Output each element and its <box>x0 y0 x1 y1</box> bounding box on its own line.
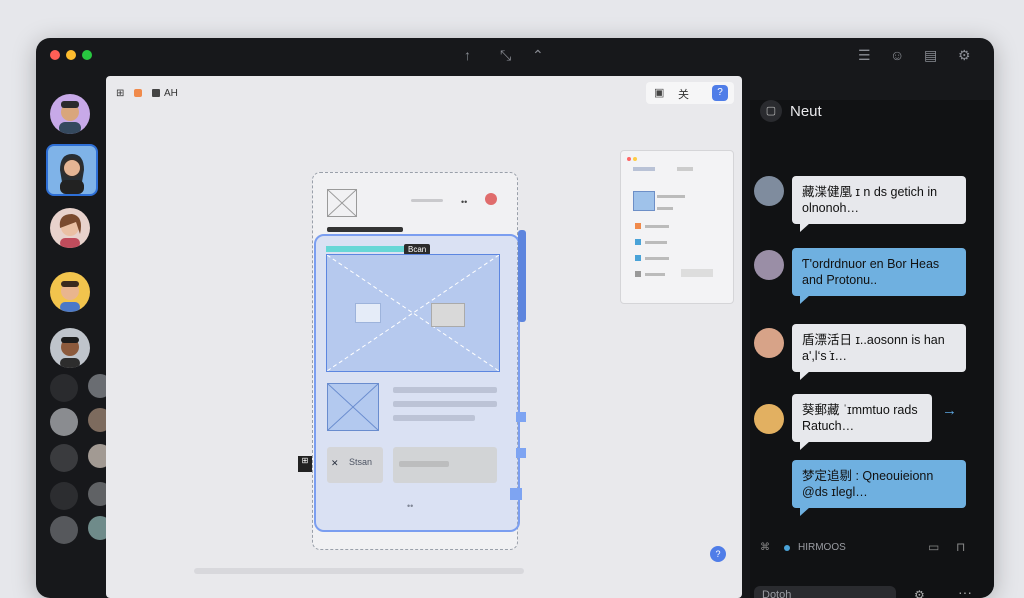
settings-icon[interactable]: ⚙ <box>914 588 925 598</box>
avatar[interactable] <box>485 193 497 205</box>
avatar[interactable] <box>50 374 78 402</box>
chevron-up-icon[interactable]: ⌃ <box>532 48 544 62</box>
message-bubble[interactable]: Ƭ'ordrdnuor en Bor Heas and Protonu.. <box>792 248 966 304</box>
image-placeholder <box>327 189 357 217</box>
more-icon[interactable]: ··· <box>958 584 972 598</box>
mail-icon <box>355 303 381 323</box>
selected-image[interactable] <box>326 254 500 372</box>
message-bubble[interactable]: 藏渫健凰 ɪ n ds getich in olnonoh… <box>792 176 966 232</box>
handle[interactable] <box>516 448 526 458</box>
help-button[interactable]: ? <box>710 546 726 562</box>
frame-label: AH <box>164 88 178 99</box>
color-swatch[interactable] <box>134 89 142 97</box>
chat-icon: ▢ <box>760 100 782 122</box>
avatar[interactable] <box>50 408 78 436</box>
tool-icon[interactable]: ⊞ <box>298 456 312 472</box>
avatar-selected[interactable] <box>46 144 98 196</box>
horizontal-scrollbar[interactable] <box>194 568 524 574</box>
more-icon[interactable]: •• <box>461 197 467 207</box>
header-line <box>411 199 443 202</box>
footer-icon[interactable]: ⌘ <box>760 542 770 553</box>
message-input-placeholder: Dotoh <box>762 589 792 598</box>
person-icon <box>60 154 84 194</box>
toolbar-label: 关 <box>678 89 689 101</box>
canvas-toolbar-right: ▣ 关 ? <box>646 82 734 104</box>
avatar[interactable] <box>50 272 90 312</box>
person-icon <box>60 337 80 368</box>
avatar[interactable] <box>50 94 90 134</box>
close-window-button[interactable] <box>50 50 60 60</box>
document-icon[interactable]: ▤ <box>924 48 937 62</box>
person-icon <box>60 281 80 312</box>
zoom-window-button[interactable] <box>82 50 92 60</box>
message-bubble[interactable]: 梦定追剔 : Qneouieionn @ds ɪlegl… <box>792 460 966 516</box>
frame-icon[interactable] <box>152 89 160 97</box>
book-icon[interactable]: ⊓ <box>956 540 965 554</box>
message-bubble[interactable]: 盾漂活日 ɪ..aosonn is han aʹ,l‘s ̇ɪ… <box>792 324 966 380</box>
chat-title: Neut <box>790 103 822 120</box>
menu-icon[interactable]: ☰ <box>858 48 871 62</box>
mini-preview[interactable] <box>620 150 734 304</box>
avatar[interactable] <box>50 328 90 368</box>
avatar[interactable] <box>754 250 784 280</box>
resize-icon[interactable]: ⤡ <box>500 48 511 62</box>
app-window: ↑ ⤡ ⌃ ☰ ☺ ▤ ⚙ ⊞ AH ▣ 关 ? •• ✕ Stsan •• B… <box>36 38 994 598</box>
selection-handle-bar[interactable] <box>326 246 406 252</box>
settings-icon[interactable]: ⚙ <box>958 48 971 62</box>
grid-label: ⊞ <box>116 88 125 99</box>
status-dot <box>784 545 790 551</box>
avatar[interactable] <box>50 482 78 510</box>
emoji-icon[interactable]: ☺ <box>890 48 904 62</box>
footer-label: HIRMOOS <box>798 542 846 553</box>
avatar[interactable] <box>754 176 784 206</box>
avatar[interactable] <box>50 516 78 544</box>
chat-bubble-icon[interactable]: ▭ <box>928 540 939 554</box>
arrow-right-icon[interactable]: → <box>942 402 957 419</box>
handle[interactable] <box>516 412 526 422</box>
avatar[interactable] <box>754 328 784 358</box>
handle[interactable] <box>510 488 522 500</box>
person-icon <box>59 214 81 248</box>
message-bubble[interactable]: 葵郵藏 ˈɪmmtuo rads Ratuch… <box>792 394 932 450</box>
avatar[interactable] <box>754 404 784 434</box>
device-icon[interactable]: ▣ <box>654 86 664 99</box>
avatar[interactable] <box>50 444 78 472</box>
message-input[interactable]: Dotoh <box>754 586 896 598</box>
minimize-window-button[interactable] <box>66 50 76 60</box>
scroll-handle[interactable] <box>518 230 526 322</box>
mail-icon <box>431 303 465 327</box>
chat-panel: ▢ Neut 藏渫健凰 ɪ n ds getich in olnonoh… Ƭ'… <box>750 100 994 598</box>
design-canvas[interactable]: ⊞ AH ▣ 关 ? •• ✕ Stsan •• Bcan ⊞ ? <box>106 76 742 598</box>
person-icon <box>59 101 81 134</box>
arrow-up-icon[interactable]: ↑ <box>464 48 471 62</box>
title-bar <box>327 227 403 232</box>
avatar[interactable] <box>50 208 90 248</box>
share-button[interactable]: ? <box>712 85 728 101</box>
